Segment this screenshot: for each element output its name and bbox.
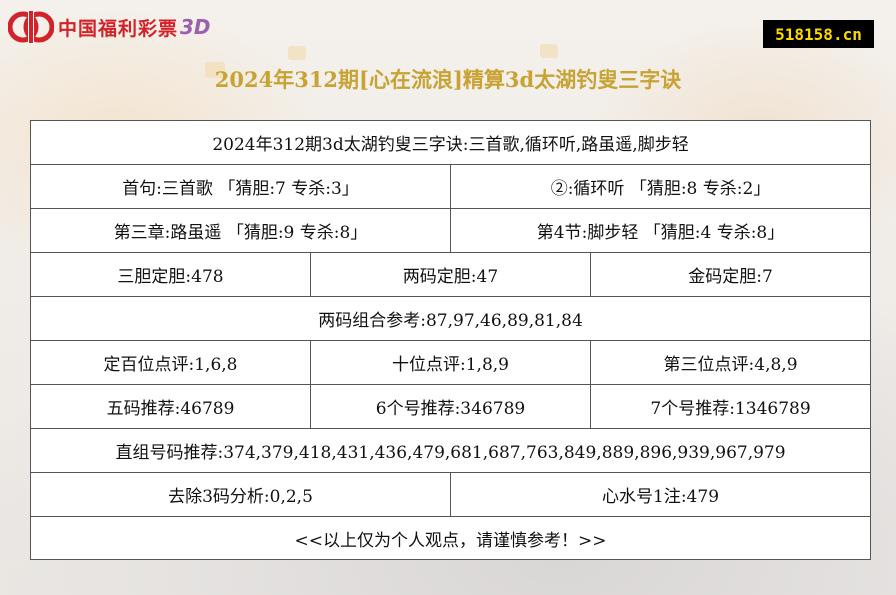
table-row: 直组号码推荐:374,379,418,431,436,479,681,687,7… [29,428,872,473]
gold-dan-cell: 金码定胆:7 [589,252,872,297]
logo-text: 中国福利彩票 [58,17,179,40]
prediction-table: 2024年312期3d太湖钓叟三字诀:三首歌,循环听,路虽遥,脚步轻 首句:三首… [29,120,872,560]
lottery-logo: 中国福利彩票 3D [7,8,211,46]
three-dan-cell: 三胆定胆:478 [30,252,311,297]
table-row: 去除3码分析:0,2,5 心水号1注:479 [30,472,872,517]
direct-group-cell: 直组号码推荐:374,379,418,431,436,479,681,687,7… [29,428,872,473]
logo-3d-suffix: 3D [180,15,211,39]
lantern-decoration [540,44,558,58]
line2-cell: ②:循环听 「猜胆:8 专杀:2」 [449,164,872,209]
tens-cell: 十位点评:1,8,9 [310,340,591,385]
poem-cell: 2024年312期3d太湖钓叟三字诀:三首歌,循环听,路虽遥,脚步轻 [29,120,872,165]
two-combo-cell: 两码组合参考:87,97,46,89,81,84 [29,296,872,341]
units-cell: 第三位点评:4,8,9 [589,340,872,385]
table-row: 2024年312期3d太湖钓叟三字诀:三首歌,循环听,路虽遥,脚步轻 [29,120,872,165]
table-row: 第三章:路虽遥 「猜胆:9 专杀:8」 第4节:脚步轻 「猜胆:4 专杀:8」 [30,208,872,253]
hundreds-cell: 定百位点评:1,6,8 [30,340,311,385]
table-row: 五码推荐:46789 6个号推荐:346789 7个号推荐:1346789 [30,384,872,429]
table-row: 两码组合参考:87,97,46,89,81,84 [29,296,872,341]
two-dan-cell: 两码定胆:47 [310,252,591,297]
six-codes-cell: 6个号推荐:346789 [310,384,591,429]
table-row: 三胆定胆:478 两码定胆:47 金码定胆:7 [30,252,872,297]
five-codes-cell: 五码推荐:46789 [30,384,311,429]
page-title: 2024年312期[心在流浪]精算3d太湖钓叟三字诀 [214,67,682,92]
table-row: 首句:三首歌 「猜胆:7 专杀:3」 ②:循环听 「猜胆:8 专杀:2」 [30,164,872,209]
table-row: <<以上仅为个人观点，请谨慎参考！>> [29,516,872,560]
site-badge[interactable]: 518158.cn [763,20,874,48]
table-row: 定百位点评:1,6,8 十位点评:1,8,9 第三位点评:4,8,9 [30,340,872,385]
exclude-cell: 去除3码分析:0,2,5 [30,472,451,517]
heart-water-cell: 心水号1注:479 [449,472,872,517]
welfare-lottery-icon [7,8,55,46]
line1-cell: 首句:三首歌 「猜胆:7 专杀:3」 [30,164,451,209]
lantern-decoration [288,46,306,60]
line3-cell: 第三章:路虽遥 「猜胆:9 专杀:8」 [30,208,451,253]
seven-codes-cell: 7个号推荐:1346789 [589,384,872,429]
line4-cell: 第4节:脚步轻 「猜胆:4 专杀:8」 [449,208,872,253]
disclaimer-cell: <<以上仅为个人观点，请谨慎参考！>> [29,516,872,560]
